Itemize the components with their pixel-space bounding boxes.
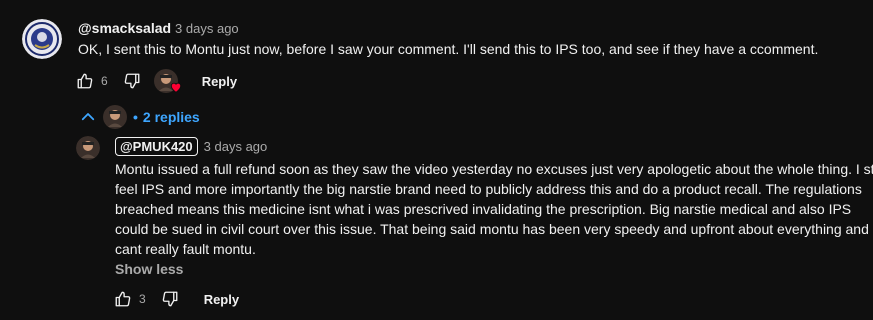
like-button[interactable] [111,287,135,311]
reply-text-line: could be sued in civil court over this i… [115,221,873,237]
dislike-button[interactable] [158,287,182,311]
reply-actions: 3 Reply [111,287,239,311]
creator-avatar-icon [103,105,127,129]
reply-button[interactable]: Reply [204,292,239,307]
like-count: 3 [139,292,146,306]
thumbs-down-icon [162,291,178,307]
comment-thread: @smacksalad 3 days ago OK, I sent this t… [0,0,873,320]
reply-header: @PMUK420 3 days ago [115,137,267,156]
thumbs-down-icon [124,73,140,89]
separator-dot: • [133,109,138,125]
comment-actions: 6 Reply [73,69,237,93]
like-count: 6 [101,74,108,88]
reply-time[interactable]: 3 days ago [204,139,268,154]
reply-author-chip[interactable]: @PMUK420 [115,137,198,156]
reply-text-line: breached means this medicine isnt what i… [115,201,852,217]
comment-time[interactable]: 3 days ago [175,21,239,36]
creator-heart [153,69,184,93]
reply-text-line: Montu issued a full refund soon as they … [115,161,873,177]
replies-toggle[interactable]: • 2 replies [79,105,200,129]
show-less-button[interactable]: Show less [115,261,183,277]
avatar[interactable] [76,136,100,160]
comment-author[interactable]: @smacksalad [78,20,171,36]
thumbs-up-icon [115,291,131,307]
replies-count-label[interactable]: 2 replies [143,109,200,125]
comment-text: OK, I sent this to Montu just now, befor… [78,41,819,57]
reply-text-line: cant really fault montu. [115,241,256,257]
chevron-up-icon [81,113,95,121]
comment-header: @smacksalad 3 days ago [78,20,239,36]
reply-button[interactable]: Reply [202,74,237,89]
like-button[interactable] [73,69,97,93]
reply-text-line: feel IPS and more importantly the big na… [115,181,862,197]
avatar[interactable] [22,19,62,59]
reply-text: Montu issued a full refund soon as they … [115,159,873,259]
thumbs-up-icon [77,73,93,89]
dislike-button[interactable] [120,69,144,93]
heart-icon [170,82,181,93]
